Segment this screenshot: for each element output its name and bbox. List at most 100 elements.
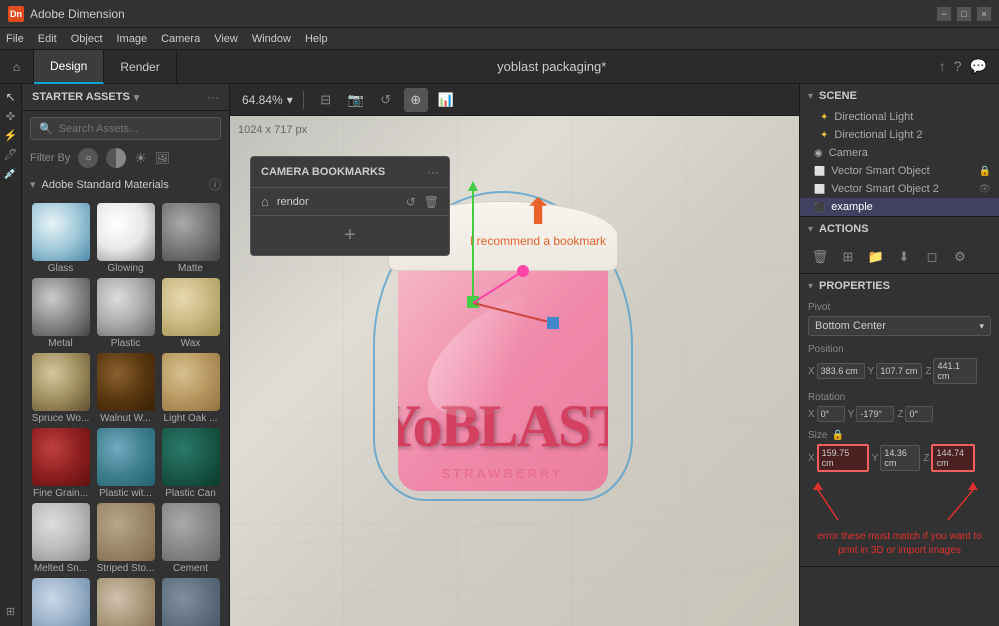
section-info-icon[interactable]: ⓘ bbox=[209, 176, 221, 193]
scene-item-example[interactable]: ⬛ example bbox=[800, 198, 999, 216]
scene-item-vso1[interactable]: ⬜ Vector Smart Object 🔒 bbox=[800, 162, 999, 180]
material-glass[interactable]: Glass bbox=[30, 203, 91, 274]
menu-object[interactable]: Object bbox=[71, 33, 103, 45]
material-spruce[interactable]: Spruce Wo... bbox=[30, 353, 91, 424]
comment-icon[interactable]: 💬 bbox=[970, 58, 987, 75]
pos-y-input[interactable]: 107.7 cm bbox=[876, 363, 922, 379]
assets-more-button[interactable]: ··· bbox=[207, 90, 219, 104]
sample-tool[interactable]: 💉 bbox=[4, 167, 18, 180]
material-plastic[interactable]: Plastic bbox=[95, 278, 156, 349]
search-input[interactable] bbox=[59, 123, 212, 135]
material-lightoak[interactable]: Light Oak ... bbox=[160, 353, 221, 424]
camera-bookmarks-more[interactable]: ··· bbox=[427, 165, 439, 179]
pos-z-input[interactable]: 441.1 cm bbox=[933, 358, 977, 384]
home-button[interactable]: ⌂ bbox=[0, 50, 34, 84]
tab-design[interactable]: Design bbox=[34, 50, 104, 84]
action-settings-btn[interactable]: ⚙ bbox=[948, 245, 972, 269]
cup-body: YoBLAST STRAWBERRY bbox=[398, 261, 608, 491]
tab-render[interactable]: Render bbox=[104, 50, 176, 84]
action-group-btn[interactable]: 📁 bbox=[864, 245, 888, 269]
pos-x-input[interactable]: 383.6 cm bbox=[817, 363, 865, 379]
actions-collapse-icon: ▾ bbox=[808, 224, 813, 235]
bookmark-hint: ⬆ I recommend a bookmark bbox=[470, 191, 606, 250]
paint-tool[interactable]: 🖊 bbox=[4, 148, 18, 161]
bookmark-delete-btn[interactable]: 🗑 bbox=[424, 195, 439, 209]
material-label-lightoak: Light Oak ... bbox=[164, 413, 218, 424]
material-plasticcan[interactable]: Plastic Can bbox=[160, 428, 221, 499]
material-wax[interactable]: Wax bbox=[160, 278, 221, 349]
bookmark-refresh-btn[interactable]: ↺ bbox=[406, 195, 416, 209]
size-header-row: Size 🔒 bbox=[808, 430, 991, 441]
magic-tool[interactable]: ⚡ bbox=[4, 129, 18, 142]
transform-tool[interactable]: ✜ bbox=[6, 110, 15, 123]
help-icon[interactable]: ? bbox=[954, 58, 962, 75]
material-extra2[interactable] bbox=[95, 578, 156, 626]
menu-window[interactable]: Window bbox=[252, 33, 291, 45]
scene-item-camera[interactable]: ◉ Camera bbox=[800, 144, 999, 162]
material-cement[interactable]: Cement bbox=[160, 503, 221, 574]
size-lock-icon[interactable]: 🔒 bbox=[831, 430, 843, 441]
material-extra1[interactable] bbox=[30, 578, 91, 626]
right-panel: ▾ SCENE ✦ Directional Light ✦ Directiona… bbox=[799, 84, 999, 626]
divider1 bbox=[303, 91, 304, 109]
menu-image[interactable]: Image bbox=[117, 33, 148, 45]
action-material-btn[interactable]: ◻ bbox=[920, 245, 944, 269]
zoom-control[interactable]: 64.84% ▾ bbox=[242, 93, 293, 107]
material-glowing[interactable]: Glowing bbox=[95, 203, 156, 274]
object-place-icon[interactable]: ⊕ bbox=[404, 88, 428, 112]
scene-section-header[interactable]: ▾ SCENE bbox=[800, 84, 999, 108]
starter-assets-label: STARTER ASSETS ▾ bbox=[32, 91, 139, 104]
filter-circle-btn[interactable]: ○ bbox=[78, 148, 98, 168]
material-walnut[interactable]: Walnut W... bbox=[95, 353, 156, 424]
section-label: Adobe Standard Materials bbox=[42, 179, 169, 191]
rot-z-input[interactable]: 0° bbox=[905, 406, 933, 422]
action-delete-btn[interactable]: 🗑 bbox=[808, 245, 832, 269]
select-tool[interactable]: ↖ bbox=[5, 90, 15, 104]
rot-x-input[interactable]: 0° bbox=[817, 406, 845, 422]
scene-item-vso2[interactable]: ⬜ Vector Smart Object 2 👁 bbox=[800, 180, 999, 198]
share-icon[interactable]: ↑ bbox=[939, 58, 946, 75]
size-y-input[interactable]: 14.36 cm bbox=[880, 445, 920, 471]
frame-tool-icon[interactable]: ⊟ bbox=[314, 88, 338, 112]
menu-camera[interactable]: Camera bbox=[161, 33, 200, 45]
layers-panel-toggle[interactable]: ⊞ bbox=[6, 605, 15, 618]
canvas-toolbar: 64.84% ▾ ⊟ 📷 ↺ ⊕ 📊 bbox=[230, 84, 799, 116]
menu-view[interactable]: View bbox=[214, 33, 238, 45]
minimize-button[interactable]: − bbox=[937, 7, 951, 21]
filter-image-btn[interactable]: 🖼 bbox=[155, 151, 170, 165]
size-x-label: X bbox=[808, 453, 815, 464]
canvas-viewport[interactable]: 1024 x 717 px bbox=[230, 116, 799, 626]
camera-icon[interactable]: 📷 bbox=[344, 88, 368, 112]
size-x-input[interactable]: 159.75 cm bbox=[817, 444, 869, 472]
material-metal[interactable]: Metal bbox=[30, 278, 91, 349]
menu-file[interactable]: File bbox=[6, 33, 24, 45]
scene-item-dirlight1[interactable]: ✦ Directional Light bbox=[800, 108, 999, 126]
material-finegrain[interactable]: Fine Grain... bbox=[30, 428, 91, 499]
canvas-area: 64.84% ▾ ⊟ 📷 ↺ ⊕ 📊 1024 x 717 px bbox=[230, 84, 799, 626]
properties-section-header[interactable]: ▾ PROPERTIES bbox=[800, 274, 999, 298]
scene-item-dirlight2[interactable]: ✦ Directional Light 2 bbox=[800, 126, 999, 144]
action-duplicate-btn[interactable]: ⊞ bbox=[836, 245, 860, 269]
maximize-button[interactable]: □ bbox=[957, 7, 971, 21]
action-download-btn[interactable]: ⬇ bbox=[892, 245, 916, 269]
pivot-dropdown[interactable]: Bottom Center ▾ bbox=[808, 316, 991, 336]
material-meltedsnow[interactable]: Melted Sn... bbox=[30, 503, 91, 574]
size-z-input[interactable]: 144.74 cm bbox=[931, 444, 975, 472]
filter-sun-btn[interactable]: ☀ bbox=[134, 150, 147, 167]
material-matte[interactable]: Matte bbox=[160, 203, 221, 274]
material-stripedsto[interactable]: Striped Sto... bbox=[95, 503, 156, 574]
actions-section-header[interactable]: ▾ ACTIONS bbox=[800, 217, 999, 241]
menu-help[interactable]: Help bbox=[305, 33, 328, 45]
close-button[interactable]: × bbox=[977, 7, 991, 21]
dropdown-chevron[interactable]: ▾ bbox=[134, 91, 140, 104]
material-extra3[interactable] bbox=[160, 578, 221, 626]
materials-section-header[interactable]: ▾ Adobe Standard Materials ⓘ bbox=[22, 170, 229, 199]
menu-edit[interactable]: Edit bbox=[38, 33, 57, 45]
material-plasticwith[interactable]: Plastic wit... bbox=[95, 428, 156, 499]
render-icon[interactable]: 📊 bbox=[434, 88, 458, 112]
filter-half-btn[interactable] bbox=[106, 148, 126, 168]
rotate-icon[interactable]: ↺ bbox=[374, 88, 398, 112]
camera-bookmarks-panel: CAMERA BOOKMARKS ··· ⌂ rendor ↺ 🗑 + bbox=[250, 156, 450, 256]
add-bookmark-btn[interactable]: + bbox=[344, 224, 356, 246]
rot-y-input[interactable]: -179° bbox=[856, 406, 894, 422]
